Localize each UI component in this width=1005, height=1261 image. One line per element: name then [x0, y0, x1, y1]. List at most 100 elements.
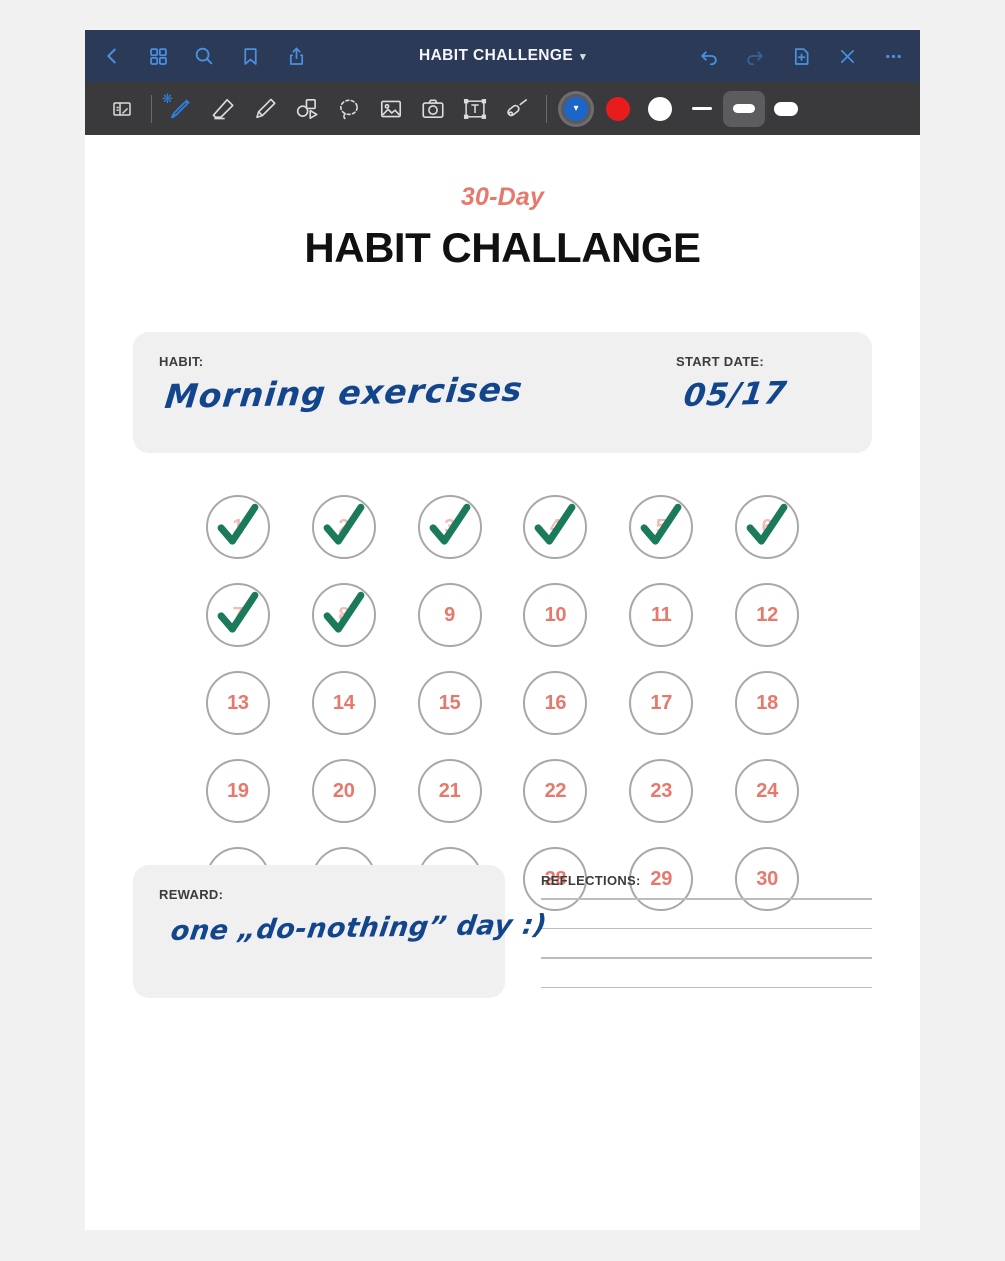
day-circle[interactable]: 20 — [311, 759, 376, 823]
day-circle[interactable]: 7 — [205, 583, 270, 647]
document-page[interactable]: 30-Day HABIT CHALLANGE HABIT: Morning ex… — [85, 183, 920, 1230]
image-icon[interactable] — [370, 88, 412, 130]
undo-icon[interactable] — [696, 43, 722, 69]
page-title: HABIT CHALLANGE — [304, 224, 701, 271]
day-circle[interactable]: 18 — [735, 671, 800, 735]
highlighter-icon[interactable] — [244, 88, 286, 130]
page-layout-icon[interactable] — [101, 88, 143, 130]
day-circle[interactable]: 10 — [523, 583, 588, 647]
habit-info-card: HABIT: Morning exercises START DATE: 05/… — [133, 332, 872, 453]
chevron-down-icon: ▾ — [580, 50, 587, 63]
day-number: 19 — [227, 779, 249, 802]
start-date-value-handwriting: 05/17 — [681, 375, 790, 414]
day-number: 12 — [756, 603, 778, 626]
day-number: 7 — [232, 603, 244, 626]
habit-label: HABIT: — [159, 354, 204, 369]
color-swatch-blue[interactable]: ▾ — [555, 88, 597, 130]
day-number: 15 — [438, 691, 461, 714]
habit-field[interactable]: HABIT: Morning exercises — [159, 354, 546, 431]
day-number: 5 — [655, 515, 667, 538]
color-swatch-blue-dot: ▾ — [564, 96, 588, 121]
day-circle[interactable]: 14 — [311, 671, 376, 735]
share-icon[interactable] — [283, 43, 309, 69]
search-icon[interactable] — [191, 43, 217, 69]
day-number: 2 — [338, 515, 350, 538]
camera-icon[interactable] — [412, 88, 454, 130]
reflection-line[interactable] — [541, 927, 872, 929]
text-box-icon[interactable] — [454, 88, 496, 130]
day-circle[interactable]: 16 — [523, 671, 588, 735]
day-number: 20 — [332, 779, 355, 802]
reflections-lines — [541, 898, 872, 988]
day-number: 17 — [650, 691, 673, 714]
day-circle[interactable]: 13 — [205, 671, 270, 735]
laser-pointer-icon[interactable] — [496, 88, 538, 130]
day-circle[interactable]: 5 — [629, 495, 694, 559]
stroke-width-medium-bar — [733, 104, 755, 113]
reflections-label: REFLECTIONS: — [541, 873, 641, 888]
day-circle[interactable]: 6 — [735, 495, 800, 559]
start-date-label: START DATE: — [676, 354, 765, 369]
stroke-width-medium[interactable] — [723, 90, 765, 127]
redo-icon[interactable] — [742, 43, 768, 69]
day-circle[interactable]: 24 — [735, 759, 800, 823]
day-circle[interactable]: 12 — [735, 583, 800, 647]
reward-card[interactable]: REWARD: one „do-nothing” day :) — [133, 865, 549, 998]
stroke-width-thick[interactable] — [765, 91, 807, 127]
day-number: 21 — [438, 779, 461, 802]
more-icon[interactable] — [880, 43, 906, 69]
habit-value-handwriting: Morning exercises — [163, 369, 525, 416]
nav-right-group — [696, 43, 906, 69]
day-number: 8 — [338, 603, 350, 626]
page-eyebrow: 30-Day — [460, 183, 545, 211]
day-circle[interactable]: 3 — [417, 495, 482, 559]
add-page-icon[interactable] — [788, 43, 814, 69]
color-swatch-red[interactable] — [597, 88, 639, 130]
color-swatch-red-dot — [606, 96, 630, 121]
reflection-line[interactable] — [541, 957, 872, 959]
reflection-line[interactable] — [541, 898, 872, 900]
close-icon[interactable] — [834, 43, 860, 69]
pen-icon[interactable]: ❋ — [160, 88, 202, 130]
toolbar-divider-2 — [546, 94, 547, 123]
day-circle[interactable]: 9 — [417, 583, 482, 647]
reflections-section[interactable]: REFLECTIONS: — [541, 865, 872, 1016]
day-circle[interactable]: 21 — [417, 759, 482, 823]
color-swatch-white[interactable] — [639, 88, 681, 130]
shapes-icon[interactable] — [286, 88, 328, 130]
reward-value-handwriting: one „do-nothing” day :) — [168, 909, 549, 947]
day-circle[interactable]: 22 — [523, 759, 588, 823]
document-title-text: HABIT CHALLENGE — [418, 47, 574, 64]
day-circle[interactable]: 17 — [629, 671, 694, 735]
day-circle[interactable]: 11 — [629, 583, 694, 647]
stroke-width-thin[interactable] — [681, 91, 723, 127]
top-navigation-bar: HABIT CHALLENGE ▾ — [85, 30, 920, 82]
tablet-device-frame: HABIT CHALLENGE ▾ ❋ ▾ 30-Day HABIT CHALL… — [85, 30, 920, 1230]
day-circle[interactable]: 15 — [417, 671, 482, 735]
day-circle[interactable]: 2 — [311, 495, 376, 559]
day-circle[interactable]: 4 — [523, 495, 588, 559]
day-number: 6 — [761, 515, 773, 538]
day-circle[interactable]: 23 — [629, 759, 694, 823]
back-icon[interactable] — [99, 43, 125, 69]
stroke-width-thin-bar — [692, 107, 712, 110]
reflection-line[interactable] — [541, 986, 872, 988]
stroke-width-thick-bar — [774, 101, 798, 116]
start-date-field[interactable]: START DATE: 05/17 — [546, 354, 846, 431]
day-circle[interactable]: 1 — [205, 495, 270, 559]
document-title-menu[interactable]: HABIT CHALLENGE ▾ — [419, 47, 586, 65]
day-number: 3 — [444, 515, 455, 538]
day-number: 23 — [650, 779, 673, 802]
bottom-section: REWARD: one „do-nothing” day :) REFLECTI… — [133, 865, 872, 1016]
day-grid: 1 2 3 4 5 6 7 8 9 10 11 12 13 14 15 16 1… — [133, 495, 872, 911]
lasso-icon[interactable] — [328, 88, 370, 130]
day-circle[interactable]: 19 — [205, 759, 270, 823]
day-number: 22 — [544, 779, 567, 802]
chevron-down-icon-swatch: ▾ — [573, 103, 579, 114]
eraser-icon[interactable] — [202, 88, 244, 130]
day-circle[interactable]: 8 — [311, 583, 376, 647]
nav-left-group — [99, 43, 309, 69]
grid-view-icon[interactable] — [145, 43, 171, 69]
day-number: 16 — [544, 691, 567, 714]
bookmark-icon[interactable] — [237, 43, 263, 69]
